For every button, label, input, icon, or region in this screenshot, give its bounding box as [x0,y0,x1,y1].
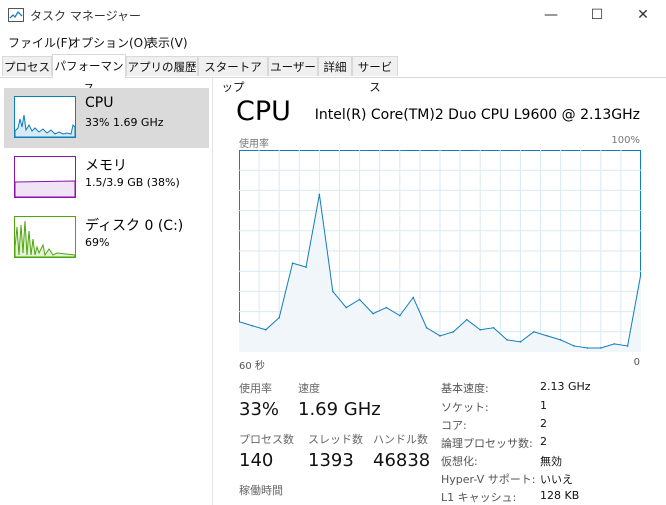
graph-data-point [600,347,602,349]
graph-data-point [573,345,575,347]
graph-data-point [305,266,307,268]
graph-data-point [479,328,481,331]
stat-handles-label: ハンドル数 [373,433,428,446]
graph-data-point [425,326,428,329]
spec-l1-cache-label: L1 キャッシュ: [441,491,517,504]
stat-utilization-label: 使用率 [239,382,272,395]
graph-data-point [291,262,294,264]
stat-processes-label: プロセス数 [239,433,294,446]
spec-sockets-label: ソケット: [441,401,489,414]
memory-thumbnail-graph [14,156,76,198]
menu-file[interactable]: ファイル(F) [8,34,72,51]
graph-y-label: 使用率 [239,139,269,150]
stat-speed-label: 速度 [298,382,320,395]
minimize-icon: — [544,7,558,23]
cpu-utilization-graph [239,150,641,352]
spec-l1-cache-value: 128 KB [540,489,580,502]
graph-data-point [519,341,522,343]
close-icon: ✕ [637,7,649,23]
sidebar-item-disk[interactable]: ディスク 0 (C:) 69% [4,208,209,268]
graph-data-point [385,306,388,309]
graph-data-point [546,335,548,337]
sidebar-item-memory[interactable]: メモリ 1.5/3.9 GB (38%) [4,148,209,208]
maximize-button[interactable]: ☐ [574,0,620,30]
tab-services[interactable]: サービス [352,56,398,94]
graph-data-point [492,326,495,329]
tab-performance[interactable]: パフォーマンス [52,54,126,95]
graph-y-max-label: 100% [611,135,640,146]
sidebar-memory-name: メモリ [85,158,127,174]
stat-handles-value: 46838 [373,450,431,471]
close-button[interactable]: ✕ [620,0,666,30]
graph-data-point [251,324,254,327]
spec-hyperv-value: いいえ [540,473,573,486]
spec-logical-processors-value: 2 [540,435,547,448]
graph-data-point [412,296,414,299]
maximize-icon: ☐ [590,7,604,23]
spec-cores-value: 2 [540,417,547,430]
graph-data-point [439,335,441,337]
graph-data-point [399,314,401,317]
spec-base-speed-value: 2.13 GHz [540,380,591,393]
graph-data-point [586,347,589,349]
tab-bar: プロセス パフォーマンス アプリの履歴 スタートアップ ユーザー 詳細 サービス [0,54,666,95]
stat-uptime-label: 稼働時間 [239,484,283,497]
cpu-model-name: Intel(R) Core(TM)2 Duo CPU L9600 @ 2.13G… [314,107,640,123]
graph-data-point [452,331,455,333]
spec-hyperv-label: Hyper-V サポート: [441,473,536,486]
graph-data-point [318,193,321,196]
graph-data-point [332,290,334,293]
graph-data-point [466,318,468,321]
sidebar: CPU 33% 1.69 GHz メモリ 1.5/3.9 GB (38%) ディ… [0,78,213,505]
graph-data-point [559,339,562,341]
stat-threads-value: 1393 [308,450,354,471]
menu-bar: ファイル(F) オプション(O) 表示(V) [0,32,666,52]
stat-utilization-value: 33% [239,399,280,420]
graph-time-end-label: 0 [633,357,640,368]
tab-startup[interactable]: スタートアップ [198,56,268,94]
sidebar-disk-detail: 69% [85,236,110,249]
graph-data-point [506,339,508,341]
tab-users[interactable]: ユーザー [268,56,318,76]
graph-data-point [533,331,535,333]
graph-data-point [345,306,347,309]
graph-data-point [626,345,629,347]
window-title: タスク マネージャー [30,9,141,23]
tab-details[interactable]: 詳細 [318,56,352,76]
cpu-thumbnail-graph [14,96,76,138]
minimize-button[interactable]: — [528,0,574,30]
disk-thumbnail-graph [14,216,76,258]
spec-base-speed-label: 基本速度: [441,382,489,395]
menu-options[interactable]: オプション(O) [69,34,148,51]
graph-data-point [278,316,280,319]
stat-threads-label: スレッド数 [308,433,363,446]
spec-virtualization-value: 無効 [540,455,562,468]
tab-processes[interactable]: プロセス [2,56,52,76]
sidebar-memory-detail: 1.5/3.9 GB (38%) [85,176,180,189]
sidebar-item-cpu[interactable]: CPU 33% 1.69 GHz [4,88,209,148]
spec-virtualization-label: 仮想化: [441,455,478,468]
spec-sockets-value: 1 [540,399,547,412]
spec-logical-processors-label: 論理プロセッサ数: [441,437,533,450]
stat-processes-value: 140 [239,450,274,471]
graph-data-point [613,343,615,345]
sidebar-cpu-detail: 33% 1.69 GHz [85,116,164,129]
stat-speed-value: 1.69 GHz [298,399,381,420]
menu-view[interactable]: 表示(V) [146,34,188,51]
spec-cores-label: コア: [441,419,467,432]
sidebar-disk-name: ディスク 0 (C:) [85,218,184,234]
page-title: CPU [236,96,291,127]
title-bar: タスク マネージャー — ☐ ✕ [0,0,666,30]
task-manager-icon [8,8,24,22]
sidebar-cpu-name: CPU [85,95,114,111]
tab-app-history[interactable]: アプリの履歴 [126,56,198,76]
graph-data-point [358,298,361,301]
graph-time-start-label: 60 秒 [239,361,265,372]
graph-data-point [265,328,267,331]
graph-data-point [372,312,374,315]
